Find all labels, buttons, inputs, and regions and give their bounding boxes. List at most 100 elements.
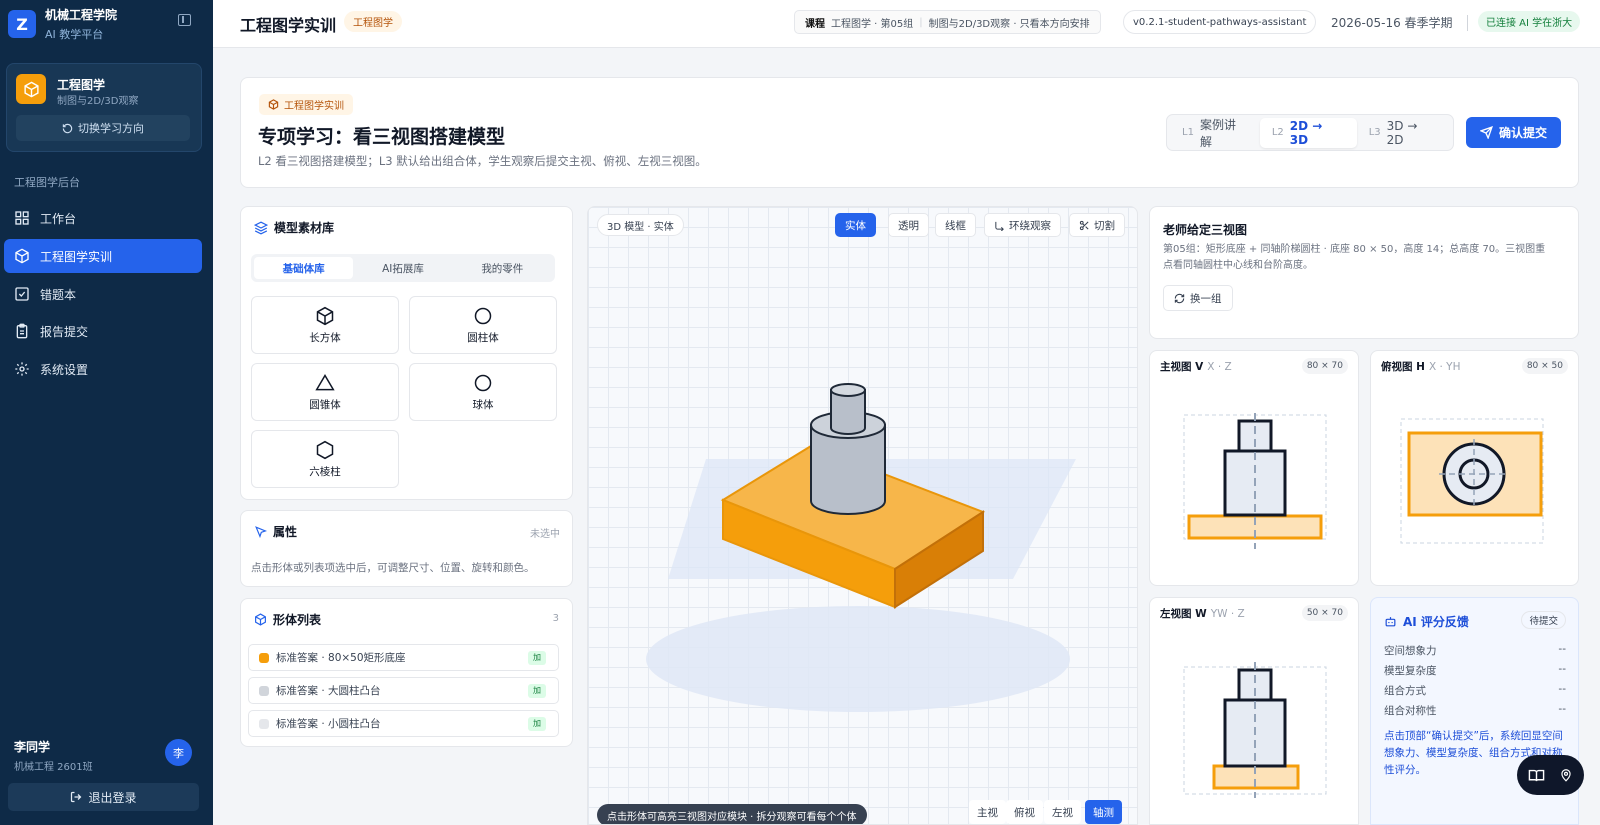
color-swatch: [259, 718, 269, 729]
list-item-label: 标准答案 · 小圆柱凸台: [276, 718, 381, 730]
view-left-button[interactable]: 左视: [1044, 800, 1081, 824]
shape-label: 球体: [472, 398, 494, 411]
tab-ai-extension[interactable]: AI拓展库: [353, 257, 452, 279]
shape-label: 圆锥体: [309, 398, 341, 411]
swap-group-button[interactable]: 换一组: [1163, 285, 1233, 311]
sphere-icon: [474, 374, 492, 391]
course-title: 工程图学: [57, 78, 106, 92]
level-label: 3D → 2D: [1386, 118, 1418, 147]
metric-label: 组合方式: [1384, 685, 1426, 697]
view-name: 俯视图 H: [1381, 361, 1425, 373]
school-name: 机械工程学院: [45, 8, 118, 22]
shape-cuboid[interactable]: 长方体: [251, 296, 399, 354]
view-dimension: 50 × 70: [1301, 605, 1348, 621]
list-item-label: 标准答案 · 80×50矩形底座: [276, 652, 406, 664]
hexagon-icon: [316, 440, 334, 459]
metric-label: 空间想象力: [1384, 645, 1437, 657]
level-tab-l3[interactable]: L3 3D → 2D: [1357, 118, 1450, 148]
level-code: L2: [1271, 127, 1284, 138]
clipboard-icon: [16, 323, 28, 339]
sidebar-item-report[interactable]: 报告提交: [4, 314, 202, 348]
shape-label: 圆柱体: [467, 331, 499, 344]
view-iso-button[interactable]: 轴测: [1085, 800, 1122, 824]
crumb-key: 课程: [805, 18, 825, 30]
crumb-course: 工程图学 · 第05组: [831, 18, 914, 30]
shape-label: 六棱柱: [309, 465, 341, 478]
3d-model-render[interactable]: [588, 207, 1138, 825]
submit-button[interactable]: 确认提交: [1466, 117, 1561, 148]
shape-sphere[interactable]: 球体: [409, 363, 557, 421]
sidebar-item-mistakes[interactable]: 错题本: [4, 277, 202, 311]
sidebar-item-workbench[interactable]: 工作台: [4, 201, 202, 235]
avatar[interactable]: 李: [165, 739, 192, 766]
location-pin-icon[interactable]: [1559, 768, 1573, 782]
left-view-drawing: [1183, 662, 1327, 798]
view-axes: X · Z: [1207, 361, 1232, 373]
front-view-drawing: [1183, 413, 1327, 549]
logout-button[interactable]: 退出登录: [8, 783, 199, 811]
list-item[interactable]: 标准答案 · 80×50矩形底座 加: [248, 644, 559, 671]
body-count: 3: [552, 613, 559, 624]
check-square-icon: [15, 287, 29, 301]
add-badge[interactable]: 加: [528, 683, 546, 698]
level-label: 案例讲解: [1199, 117, 1236, 149]
sidebar-item-label: 错题本: [40, 287, 77, 302]
gear-icon: [15, 362, 29, 376]
swap-group-label: 换一组: [1190, 292, 1222, 305]
view-dimension: 80 × 50: [1521, 358, 1568, 374]
shape-cylinder[interactable]: 圆柱体: [409, 296, 557, 354]
3d-viewport[interactable]: 3D 模型 · 实体 实体 透明 线框 环绕观察 切割 点击形体可高亮三视图对应…: [587, 206, 1138, 825]
refresh-icon: [62, 123, 73, 133]
color-swatch: [259, 685, 269, 696]
refresh-icon: [1174, 293, 1185, 303]
shape-hex-prism[interactable]: 六棱柱: [251, 430, 399, 488]
floating-action-group: [1517, 755, 1584, 795]
metric-row: 空间想象力 --: [1384, 643, 1566, 658]
hero-panel: 工程图学实训 专项学习：看三视图搭建模型 L2 看三视图搭建模型；L3 默认给出…: [240, 77, 1579, 188]
level-tab-l1[interactable]: L1 案例讲解: [1170, 117, 1260, 149]
collapse-sidebar-icon[interactable]: [178, 14, 191, 26]
book-icon[interactable]: [1528, 767, 1545, 784]
brand: Z 机械工程学院 AI 教学平台: [8, 6, 117, 42]
metric-value: --: [1558, 643, 1566, 655]
list-item[interactable]: 标准答案 · 大圆柱凸台 加: [248, 677, 559, 704]
sidebar-item-label: 系统设置: [40, 362, 89, 377]
add-badge[interactable]: 加: [528, 650, 546, 665]
add-badge[interactable]: 加: [528, 716, 546, 731]
tab-basic[interactable]: 基础体库: [254, 257, 354, 279]
level-label: 2D → 3D: [1289, 118, 1323, 147]
course-card: 工程图学 制图与2D/3D观察 切换学习方向: [6, 63, 202, 152]
body-list-panel: 形体列表 3 标准答案 · 80×50矩形底座 加 标准答案 · 大圆柱凸台 加…: [240, 598, 573, 747]
ai-feedback-title: AI 评分反馈: [1403, 615, 1469, 629]
user-info: 李同学 机械工程 2601班: [14, 738, 93, 773]
robot-icon: [1385, 617, 1396, 627]
sidebar-item-training[interactable]: 工程图学实训: [4, 239, 202, 273]
shape-cone[interactable]: 圆锥体: [251, 363, 399, 421]
ground-shadow: [646, 606, 1070, 712]
list-item[interactable]: 标准答案 · 小圆柱凸台 加: [248, 710, 559, 737]
metric-value: --: [1558, 683, 1566, 695]
cube-icon: [16, 74, 46, 104]
properties-panel: 属性 未选中 点击形体或列表项选中后，可调整尺寸、位置、旋转和颜色。: [240, 510, 573, 587]
level-tab-l2[interactable]: L2 2D → 3D: [1259, 117, 1357, 148]
top-view-card: 俯视图 HX · YH 80 × 50: [1370, 350, 1579, 586]
shape-label: 长方体: [309, 331, 341, 344]
sidebar-item-settings[interactable]: 系统设置: [4, 352, 202, 386]
view-top-button[interactable]: 俯视: [1006, 800, 1043, 824]
logout-label: 退出登录: [88, 790, 137, 805]
level-code: L3: [1368, 127, 1381, 138]
box-icon: [316, 306, 334, 325]
semester-date: 2026-05-16 春季学期: [1331, 16, 1453, 30]
nav-group-label: 工程图学后台: [14, 176, 80, 189]
grid-icon: [15, 211, 29, 225]
small-cylinder-top: [830, 383, 866, 397]
tab-my-parts[interactable]: 我的零件: [453, 257, 552, 279]
view-front-button[interactable]: 主视: [969, 800, 1006, 824]
switch-direction-button[interactable]: 切换学习方向: [16, 115, 190, 141]
view-name: 左视图 W: [1160, 608, 1207, 620]
user-class: 机械工程 2601班: [14, 762, 93, 773]
cube-icon: [268, 99, 279, 110]
hero-title: 专项学习：看三视图搭建模型: [258, 126, 506, 148]
material-library: 模型素材库 基础体库 AI拓展库 我的零件 长方体 圆柱体 圆锥体 球体 六棱柱: [240, 206, 573, 500]
topic-tag: 工程图学: [344, 11, 402, 32]
